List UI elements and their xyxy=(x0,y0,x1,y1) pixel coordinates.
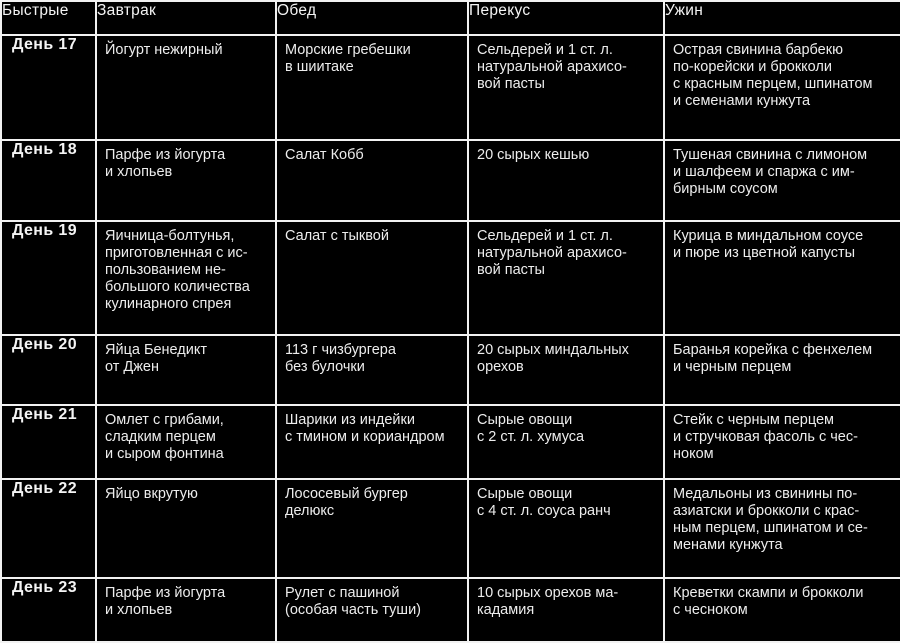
breakfast-cell: Парфе из йогурта и хлопьев xyxy=(95,139,277,222)
table-row: День 18 Парфе из йогурта и хлопьев Салат… xyxy=(0,139,900,222)
dinner-text: Креветки скампи и брокколи с чесноком xyxy=(673,585,864,619)
lunch-text: Шарики из индейки с тмином и кориандром xyxy=(285,412,445,446)
breakfast-text: Парфе из йогурта и хлопьев xyxy=(105,585,226,619)
breakfast-cell: Яйца Бенедикт от Джен xyxy=(95,334,277,406)
table-row: День 17 Йогурт нежирный Морские гребешки… xyxy=(0,34,900,141)
breakfast-text: Яичница-болтунья, приготовленная с ис- п… xyxy=(105,228,250,313)
lunch-cell: Салат Кобб xyxy=(275,139,469,222)
meal-plan-table: Быстрые Завтрак Обед Перекус Ужин День 1… xyxy=(0,0,900,643)
dinner-cell: Медальоны из свинины по- азиатски и брок… xyxy=(663,478,900,579)
dinner-cell: Тушеная свинина с лимоном и шалфеем и сп… xyxy=(663,139,900,222)
breakfast-text: Йогурт нежирный xyxy=(105,42,223,58)
table-row: День 19 Яичница-болтунья, приготовленная… xyxy=(0,220,900,336)
day-label: День 19 xyxy=(12,222,78,239)
column-header-snack: Перекус xyxy=(467,0,665,36)
lunch-text: Лососевый бургер делюкс xyxy=(285,486,408,520)
lunch-text: Морские гребешки в шиитаке xyxy=(285,42,411,76)
day-cell: День 17 xyxy=(0,34,97,141)
dinner-text: Острая свинина барбекю по-корейски и бро… xyxy=(673,42,873,110)
table-row: День 20 Яйца Бенедикт от Джен 113 г чизб… xyxy=(0,334,900,406)
day-cell: День 23 xyxy=(0,577,97,643)
snack-cell: 10 сырых орехов ма- кадамия xyxy=(467,577,665,643)
breakfast-text: Омлет с грибами, сладким перцем и сыром … xyxy=(105,412,224,463)
breakfast-cell: Яичница-болтунья, приготовленная с ис- п… xyxy=(95,220,277,336)
dinner-text: Баранья корейка с фенхелем и черным перц… xyxy=(673,342,873,376)
snack-cell: 20 сырых миндальных орехов xyxy=(467,334,665,406)
snack-cell: Сырые овощи с 4 ст. л. соуса ранч xyxy=(467,478,665,579)
day-cell: День 22 xyxy=(0,478,97,579)
snack-text: 20 сырых кешью xyxy=(477,147,590,163)
snack-text: Сельдерей и 1 ст. л. натуральной арахисо… xyxy=(477,42,627,93)
snack-text: Сырые овощи с 4 ст. л. соуса ранч xyxy=(477,486,611,520)
dinner-text: Медальоны из свинины по- азиатски и брок… xyxy=(673,486,868,554)
day-label: День 17 xyxy=(12,36,78,53)
day-label: День 18 xyxy=(12,141,78,158)
dinner-cell: Баранья корейка с фенхелем и черным перц… xyxy=(663,334,900,406)
dinner-cell: Курица в миндальном соусе и пюре из цвет… xyxy=(663,220,900,336)
dinner-cell: Стейк с черным перцем и стручковая фасол… xyxy=(663,404,900,480)
lunch-cell: Шарики из индейки с тмином и кориандром xyxy=(275,404,469,480)
dinner-text: Тушеная свинина с лимоном и шалфеем и сп… xyxy=(673,147,868,198)
snack-cell: Сырые овощи с 2 ст. л. хумуса xyxy=(467,404,665,480)
day-cell: День 21 xyxy=(0,404,97,480)
table-row: День 21 Омлет с грибами, сладким перцем … xyxy=(0,404,900,480)
day-cell: День 18 xyxy=(0,139,97,222)
breakfast-text: Яйца Бенедикт от Джен xyxy=(105,342,208,376)
lunch-cell: Рулет с пашиной (особая часть туши) xyxy=(275,577,469,643)
snack-text: Сельдерей и 1 ст. л. натуральной арахисо… xyxy=(477,228,627,279)
day-label: День 22 xyxy=(12,480,78,497)
breakfast-text: Яйцо вкрутую xyxy=(105,486,198,502)
dinner-cell: Креветки скампи и брокколи с чесноком xyxy=(663,577,900,643)
snack-text: Сырые овощи с 2 ст. л. хумуса xyxy=(477,412,585,446)
snack-cell: Сельдерей и 1 ст. л. натуральной арахисо… xyxy=(467,220,665,336)
day-label: День 23 xyxy=(12,579,78,596)
snack-text: 10 сырых орехов ма- кадамия xyxy=(477,585,619,619)
table-header-row: Быстрые Завтрак Обед Перекус Ужин xyxy=(0,0,900,36)
dinner-cell: Острая свинина барбекю по-корейски и бро… xyxy=(663,34,900,141)
day-cell: День 19 xyxy=(0,220,97,336)
breakfast-text: Парфе из йогурта и хлопьев xyxy=(105,147,226,181)
breakfast-cell: Омлет с грибами, сладким перцем и сыром … xyxy=(95,404,277,480)
day-label: День 20 xyxy=(12,336,78,353)
lunch-text: Салат с тыквой xyxy=(285,228,389,244)
snack-text: 20 сырых миндальных орехов xyxy=(477,342,629,376)
lunch-text: Рулет с пашиной (особая часть туши) xyxy=(285,585,421,619)
lunch-cell: Салат с тыквой xyxy=(275,220,469,336)
snack-cell: 20 сырых кешью xyxy=(467,139,665,222)
lunch-cell: Морские гребешки в шиитаке xyxy=(275,34,469,141)
table-row: День 22 Яйцо вкрутую Лососевый бургер де… xyxy=(0,478,900,579)
breakfast-cell: Парфе из йогурта и хлопьев xyxy=(95,577,277,643)
breakfast-cell: Яйцо вкрутую xyxy=(95,478,277,579)
lunch-cell: Лососевый бургер делюкс xyxy=(275,478,469,579)
column-header-breakfast: Завтрак xyxy=(95,0,277,36)
lunch-cell: 113 г чизбургера без булочки xyxy=(275,334,469,406)
day-label: День 21 xyxy=(12,406,78,423)
column-header-dinner: Ужин xyxy=(663,0,900,36)
dinner-text: Стейк с черным перцем и стручковая фасол… xyxy=(673,412,858,463)
column-header-lunch: Обед xyxy=(275,0,469,36)
dinner-text: Курица в миндальном соусе и пюре из цвет… xyxy=(673,228,864,262)
day-cell: День 20 xyxy=(0,334,97,406)
lunch-text: 113 г чизбургера без булочки xyxy=(285,342,396,376)
column-header-quick: Быстрые xyxy=(0,0,97,36)
breakfast-cell: Йогурт нежирный xyxy=(95,34,277,141)
lunch-text: Салат Кобб xyxy=(285,147,364,163)
table-row: День 23 Парфе из йогурта и хлопьев Рулет… xyxy=(0,577,900,643)
snack-cell: Сельдерей и 1 ст. л. натуральной арахисо… xyxy=(467,34,665,141)
